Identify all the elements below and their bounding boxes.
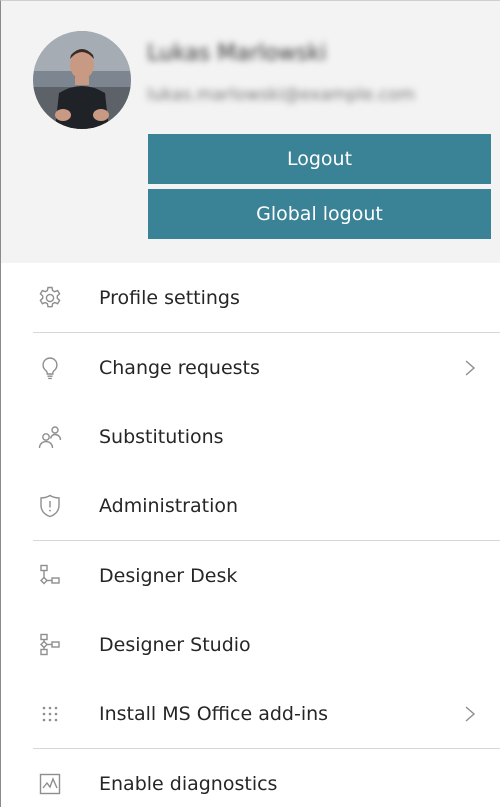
studio-diagram-icon — [37, 632, 63, 658]
menu-item-enable-diagnostics[interactable]: Enable diagnostics — [1, 749, 500, 807]
user-email: lukas.marlowski@example.com — [147, 85, 416, 105]
menu-item-designer-studio[interactable]: Designer Studio — [1, 610, 500, 679]
menu-item-change-requests[interactable]: Change requests — [1, 333, 500, 402]
chevron-right-icon — [462, 703, 478, 725]
menu-items: Profile settings Change requests Substit… — [1, 263, 500, 807]
grid-dots-icon — [37, 701, 63, 727]
chart-icon — [37, 771, 63, 797]
global-logout-button[interactable]: Global logout — [148, 189, 491, 239]
users-icon — [37, 424, 63, 450]
shield-icon — [37, 493, 63, 519]
flow-diagram-icon — [37, 563, 63, 589]
menu-item-substitutions[interactable]: Substitutions — [1, 402, 500, 471]
menu-item-label: Substitutions — [99, 425, 224, 448]
menu-item-label: Administration — [99, 494, 239, 517]
profile-header: Lukas Marlowski lukas.marlowski@example.… — [1, 1, 500, 263]
menu-item-administration[interactable]: Administration — [1, 471, 500, 540]
menu-item-label: Profile settings — [99, 286, 240, 309]
menu-item-label: Change requests — [99, 356, 260, 379]
menu-item-label: Install MS Office add-ins — [99, 702, 329, 725]
menu-item-label: Enable diagnostics — [99, 772, 278, 795]
avatar — [33, 31, 131, 129]
logout-button[interactable]: Logout — [148, 134, 491, 184]
lightbulb-icon — [37, 355, 63, 381]
chevron-right-icon — [462, 357, 478, 379]
menu-item-install-office[interactable]: Install MS Office add-ins — [1, 679, 500, 748]
menu-item-designer-desk[interactable]: Designer Desk — [1, 541, 500, 610]
menu-item-profile-settings[interactable]: Profile settings — [1, 263, 500, 332]
menu-item-label: Designer Studio — [99, 633, 251, 656]
gear-icon — [37, 285, 63, 311]
avatar-photo — [33, 31, 131, 129]
user-name: Lukas Marlowski — [147, 41, 327, 66]
user-menu-panel: Lukas Marlowski lukas.marlowski@example.… — [0, 0, 500, 807]
menu-item-label: Designer Desk — [99, 564, 238, 587]
